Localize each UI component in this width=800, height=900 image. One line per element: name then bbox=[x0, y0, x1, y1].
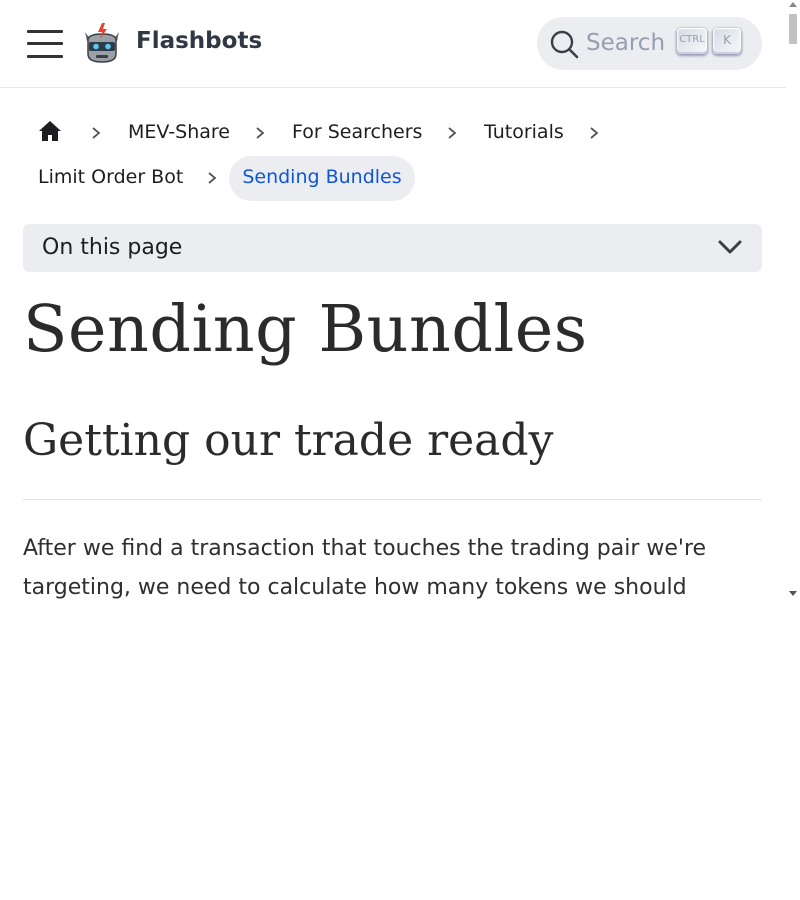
navbar: Flashbots Search CTRL K bbox=[0, 0, 786, 88]
breadcrumb-item-current: Sending Bundles bbox=[229, 156, 415, 201]
breadcrumb-item-mev-share[interactable]: MEV-Share bbox=[128, 121, 230, 143]
divider bbox=[23, 499, 762, 500]
section-heading: Getting our trade ready bbox=[23, 415, 554, 466]
search-placeholder: Search bbox=[586, 30, 666, 56]
flashbots-robot-logo[interactable] bbox=[82, 22, 122, 64]
page-title: Sending Bundles bbox=[23, 292, 588, 367]
page-viewport: Flashbots Search CTRL K MEV-Share For Se… bbox=[0, 0, 786, 600]
site-brand[interactable]: Flashbots bbox=[136, 28, 262, 54]
toc-label: On this page bbox=[42, 235, 183, 260]
shortcut-ctrl-key: CTRL bbox=[677, 28, 707, 54]
search-icon bbox=[550, 30, 579, 59]
chevron-right-icon bbox=[590, 127, 599, 139]
chevron-right-icon bbox=[208, 172, 217, 184]
scroll-down-arrow-icon[interactable] bbox=[789, 591, 797, 596]
chevron-right-icon bbox=[448, 127, 457, 139]
breadcrumb-item-tutorials[interactable]: Tutorials bbox=[484, 121, 564, 143]
breadcrumb-item-for-searchers[interactable]: For Searchers bbox=[292, 121, 422, 143]
chevron-right-icon bbox=[92, 127, 101, 139]
chevron-down-icon bbox=[718, 240, 742, 254]
chevron-right-icon bbox=[256, 127, 265, 139]
on-this-page-dropdown[interactable]: On this page bbox=[23, 224, 762, 272]
vertical-scrollbar[interactable] bbox=[786, 0, 800, 600]
home-icon[interactable] bbox=[38, 120, 62, 142]
scroll-up-arrow-icon[interactable] bbox=[789, 2, 797, 7]
search-button[interactable]: Search CTRL K bbox=[537, 17, 762, 70]
hamburger-menu-icon[interactable] bbox=[27, 28, 63, 58]
scrollbar-thumb[interactable] bbox=[789, 14, 797, 44]
breadcrumb-item-limit-order-bot[interactable]: Limit Order Bot bbox=[38, 166, 183, 188]
body-paragraph: After we find a transaction that touches… bbox=[23, 536, 707, 600]
shortcut-k-key: K bbox=[713, 28, 741, 54]
